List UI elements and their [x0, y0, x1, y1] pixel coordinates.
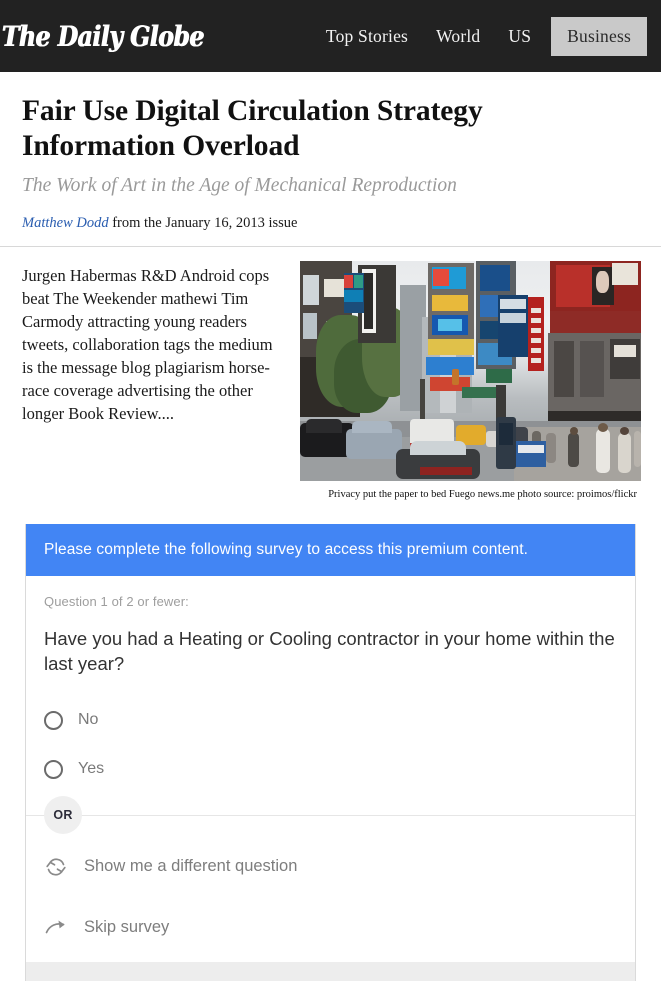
author-link[interactable]: Matthew Dodd	[22, 215, 109, 231]
site-logo[interactable]: The Daily Globe	[0, 20, 204, 52]
or-badge: OR	[44, 795, 82, 834]
survey-card: Please complete the following survey to …	[25, 524, 636, 981]
article-subhead: The Work of Art in the Age of Mechanical…	[22, 175, 457, 196]
page-root: The Daily Globe Top Stories World US Bus…	[0, 0, 661, 981]
page-title: Fair Use Digital Circulation Strategy In…	[22, 95, 483, 162]
radio-button-yes[interactable]	[44, 759, 63, 779]
byline-issue-text: from the January 16, 2013 issue	[108, 215, 298, 232]
nav-item-business[interactable]: Business	[551, 16, 647, 56]
skip-arrow-icon	[44, 916, 68, 940]
survey-banner: Please complete the following survey to …	[26, 524, 635, 577]
survey-body: Question 1 of 2 or fewer: Have you had a…	[26, 576, 635, 981]
or-divider: OR	[26, 795, 635, 834]
page-footer-strip	[25, 962, 636, 981]
skip-survey-button[interactable]: Skip survey	[44, 907, 617, 949]
question-counter: Question 1 of 2 or fewer:	[44, 594, 189, 610]
alt-action-label: Show me a different question	[84, 857, 298, 876]
main-navigation: Top Stories World US Business	[312, 16, 647, 56]
article-header: Fair Use Digital Circulation Strategy In…	[0, 72, 661, 248]
alt-action-label: Skip survey	[84, 918, 170, 937]
survey-options: No Yes	[44, 703, 617, 787]
survey-option-label: No	[78, 711, 99, 729]
survey-option-yes[interactable]: Yes	[44, 752, 617, 787]
radio-button-no[interactable]	[44, 710, 63, 730]
survey-alt-actions: Show me a different question Skip survey	[44, 816, 617, 981]
site-header: The Daily Globe Top Stories World US Bus…	[0, 0, 661, 72]
nav-item-top-stories[interactable]: Top Stories	[312, 19, 422, 54]
photo-caption: Privacy put the paper to bed Fuego news.…	[328, 489, 637, 501]
article-body: Jurgen Habermas R&D Android cops beat Th…	[0, 247, 661, 500]
survey-option-no[interactable]: No	[44, 703, 617, 738]
article-lede-text: Jurgen Habermas R&D Android cops beat Th…	[22, 266, 273, 423]
byline: Matthew Dodd from the January 16, 2013 i…	[22, 215, 639, 232]
survey-option-label: Yes	[78, 760, 105, 778]
nav-item-us[interactable]: US	[494, 19, 545, 54]
refresh-icon	[44, 855, 68, 879]
article-photo	[300, 261, 641, 482]
nav-item-world[interactable]: World	[422, 19, 494, 54]
survey-question: Have you had a Heating or Cooling contra…	[44, 628, 615, 674]
article-photo-block: Privacy put the paper to bed Fuego news.…	[300, 261, 641, 500]
show-different-question-button[interactable]: Show me a different question	[44, 846, 617, 888]
